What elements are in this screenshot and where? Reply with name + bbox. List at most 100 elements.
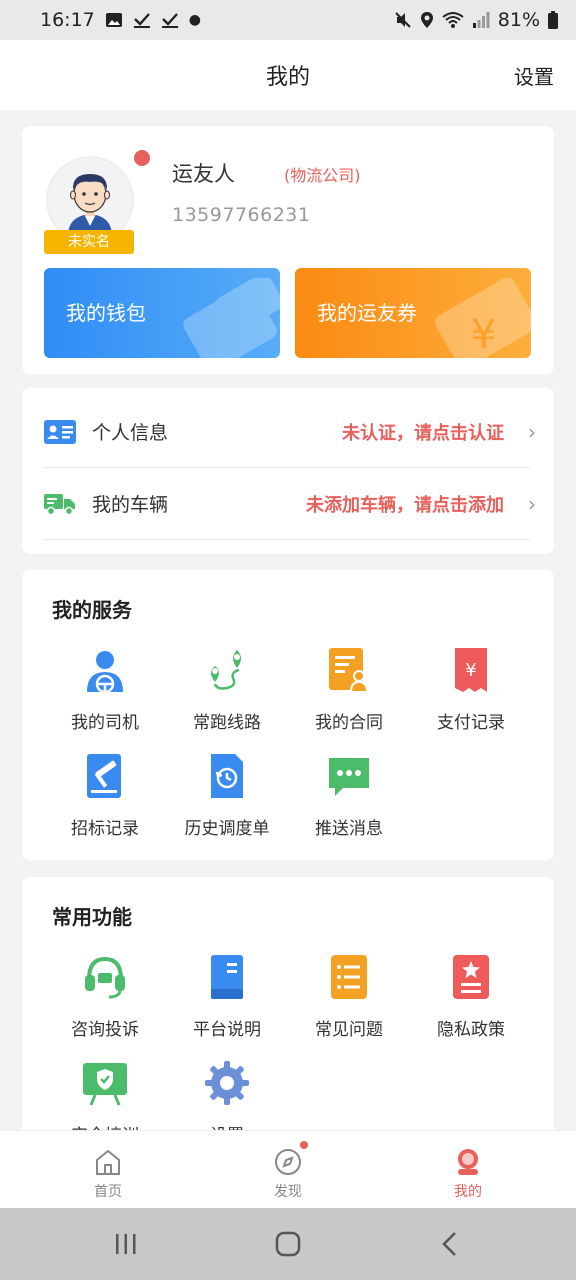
tab-label: 我的	[454, 1184, 482, 1200]
user-company: (物流公司)	[284, 166, 361, 185]
page-header: 我的 设置	[0, 40, 576, 110]
svg-text:¥: ¥	[465, 660, 476, 681]
service-item-label: 我的司机	[71, 713, 139, 733]
wallet-button[interactable]: 我的钱包	[44, 268, 280, 358]
common-item-label: 咨询投诉	[71, 1020, 139, 1040]
common-item-label: 安全培训	[44, 1121, 166, 1130]
wallet-icon	[183, 278, 280, 358]
personal-info-row[interactable]: 个人信息 未认证，请点击认证 ›	[44, 396, 536, 468]
coupon-label: 我的运友券	[317, 301, 417, 325]
user-name: 运友人	[172, 162, 235, 186]
verify-status-badge[interactable]: 未实名	[44, 230, 134, 254]
payment-record-icon: ¥	[455, 648, 487, 692]
my-vehicle-label: 我的车辆	[92, 494, 169, 516]
service-item-label: 常跑线路	[193, 713, 261, 733]
recent-apps-icon	[116, 1234, 136, 1254]
settings-button[interactable]: 设置	[514, 61, 554, 90]
profile-card: 未实名 运友人 (物流公司) 13597766231 我的钱包 我的运友券 ¥	[22, 126, 554, 374]
service-item-label: 推送消息	[315, 819, 383, 839]
status-bar: 16:17 ● 81%	[0, 0, 576, 40]
common-item-settings[interactable]: 设置	[166, 1059, 288, 1130]
wifi-icon	[442, 12, 464, 28]
service-item-payment[interactable]: ¥ 支付记录	[410, 646, 532, 733]
personal-info-label: 个人信息	[92, 422, 169, 444]
faq-list-icon	[331, 955, 367, 999]
coupon-icon: ¥	[434, 278, 531, 358]
service-item-label: 历史调度单	[184, 819, 270, 839]
wallet-label: 我的钱包	[66, 301, 146, 325]
personal-info-status: 未认证，请点击认证	[342, 422, 504, 444]
battery-icon	[548, 11, 558, 29]
contract-icon	[329, 648, 369, 693]
user-phone: 13597766231	[172, 204, 311, 226]
headset-icon	[85, 956, 125, 999]
message-icon	[329, 758, 369, 796]
gallery-icon	[105, 13, 122, 27]
svg-text:¥: ¥	[471, 312, 496, 358]
common-item-label: 常见问题	[315, 1020, 383, 1040]
tab-mine[interactable]: 我的	[408, 1131, 528, 1209]
system-navigation-bar	[0, 1208, 576, 1280]
my-vehicle-row[interactable]: 我的车辆 未添加车辆，请点击添加 ›	[44, 468, 536, 540]
coupon-button[interactable]: 我的运友券 ¥	[295, 268, 531, 358]
account-info-card: 个人信息 未认证，请点击认证 › 我的车辆 未添加车辆，请点击添加 ›	[22, 388, 554, 554]
status-time: 16:17	[40, 9, 95, 31]
common-item-safety-training[interactable]: 安全培训	[44, 1059, 166, 1130]
recent-apps-button[interactable]	[106, 1228, 146, 1260]
service-item-label: 招标记录	[71, 819, 139, 839]
notification-dot	[134, 150, 150, 166]
truck-icon	[44, 493, 75, 515]
avatar-icon	[68, 174, 112, 236]
gear-icon	[205, 1061, 249, 1105]
service-item-route[interactable]: 常跑线路	[166, 646, 288, 733]
section-title: 我的服务	[52, 598, 132, 622]
route-icon	[211, 650, 241, 690]
tab-label: 首页	[94, 1184, 122, 1200]
back-button[interactable]	[430, 1228, 470, 1260]
common-item-label: 设置	[166, 1121, 288, 1130]
service-item-bidding[interactable]: 招标记录	[44, 752, 166, 839]
tab-label: 发现	[274, 1184, 302, 1200]
common-functions-card: 常用功能 咨询投诉 平台说明 常见问题 隐私政策 安全培训 设置	[22, 877, 554, 1130]
notification-dot	[300, 1141, 308, 1149]
location-icon	[420, 12, 433, 28]
chevron-right-icon: ›	[528, 419, 536, 444]
my-services-card: 我的服务 我的司机 常跑线路 我的合同 ¥ 支付记录 招标记录 历史调度单 推送…	[22, 570, 554, 860]
tab-discover[interactable]: 发现	[228, 1131, 348, 1209]
book-icon	[211, 955, 243, 999]
battery-percent: 81%	[497, 9, 540, 31]
check-icon	[161, 13, 178, 28]
privacy-icon	[453, 955, 489, 999]
bottom-tab-bar: 首页 发现 我的	[0, 1130, 576, 1208]
driver-icon	[87, 651, 123, 694]
check-icon	[133, 13, 150, 28]
common-item-privacy[interactable]: 隐私政策	[410, 953, 532, 1040]
common-item-consult[interactable]: 咨询投诉	[44, 953, 166, 1040]
service-item-messages[interactable]: 推送消息	[288, 752, 410, 839]
home-icon	[96, 1149, 120, 1175]
dot-icon: ●	[188, 12, 201, 28]
bidding-record-icon	[87, 754, 121, 798]
common-item-faq[interactable]: 常见问题	[288, 953, 410, 1040]
service-item-contract[interactable]: 我的合同	[288, 646, 410, 733]
common-item-label: 平台说明	[193, 1020, 261, 1040]
page-title: 我的	[265, 65, 310, 90]
scroll-content[interactable]: 未实名 运友人 (物流公司) 13597766231 我的钱包 我的运友券 ¥ …	[0, 110, 576, 1130]
compass-icon	[275, 1149, 301, 1175]
safety-training-icon	[83, 1063, 127, 1106]
service-item-label: 支付记录	[437, 713, 505, 733]
common-item-platform-guide[interactable]: 平台说明	[166, 953, 288, 1040]
home-nav-button[interactable]	[268, 1228, 308, 1260]
dispatch-history-icon	[211, 754, 243, 798]
service-item-label: 我的合同	[315, 713, 383, 733]
service-item-driver[interactable]: 我的司机	[44, 646, 166, 733]
back-icon	[442, 1232, 456, 1256]
tab-home[interactable]: 首页	[48, 1131, 168, 1209]
service-item-dispatch-history[interactable]: 历史调度单	[166, 752, 288, 839]
section-title: 常用功能	[52, 905, 132, 929]
profile-icon	[458, 1149, 478, 1175]
id-card-icon	[44, 419, 76, 444]
signal-icon	[472, 12, 490, 28]
my-vehicle-status: 未添加车辆，请点击添加	[306, 494, 504, 516]
common-item-label: 隐私政策	[437, 1020, 505, 1040]
